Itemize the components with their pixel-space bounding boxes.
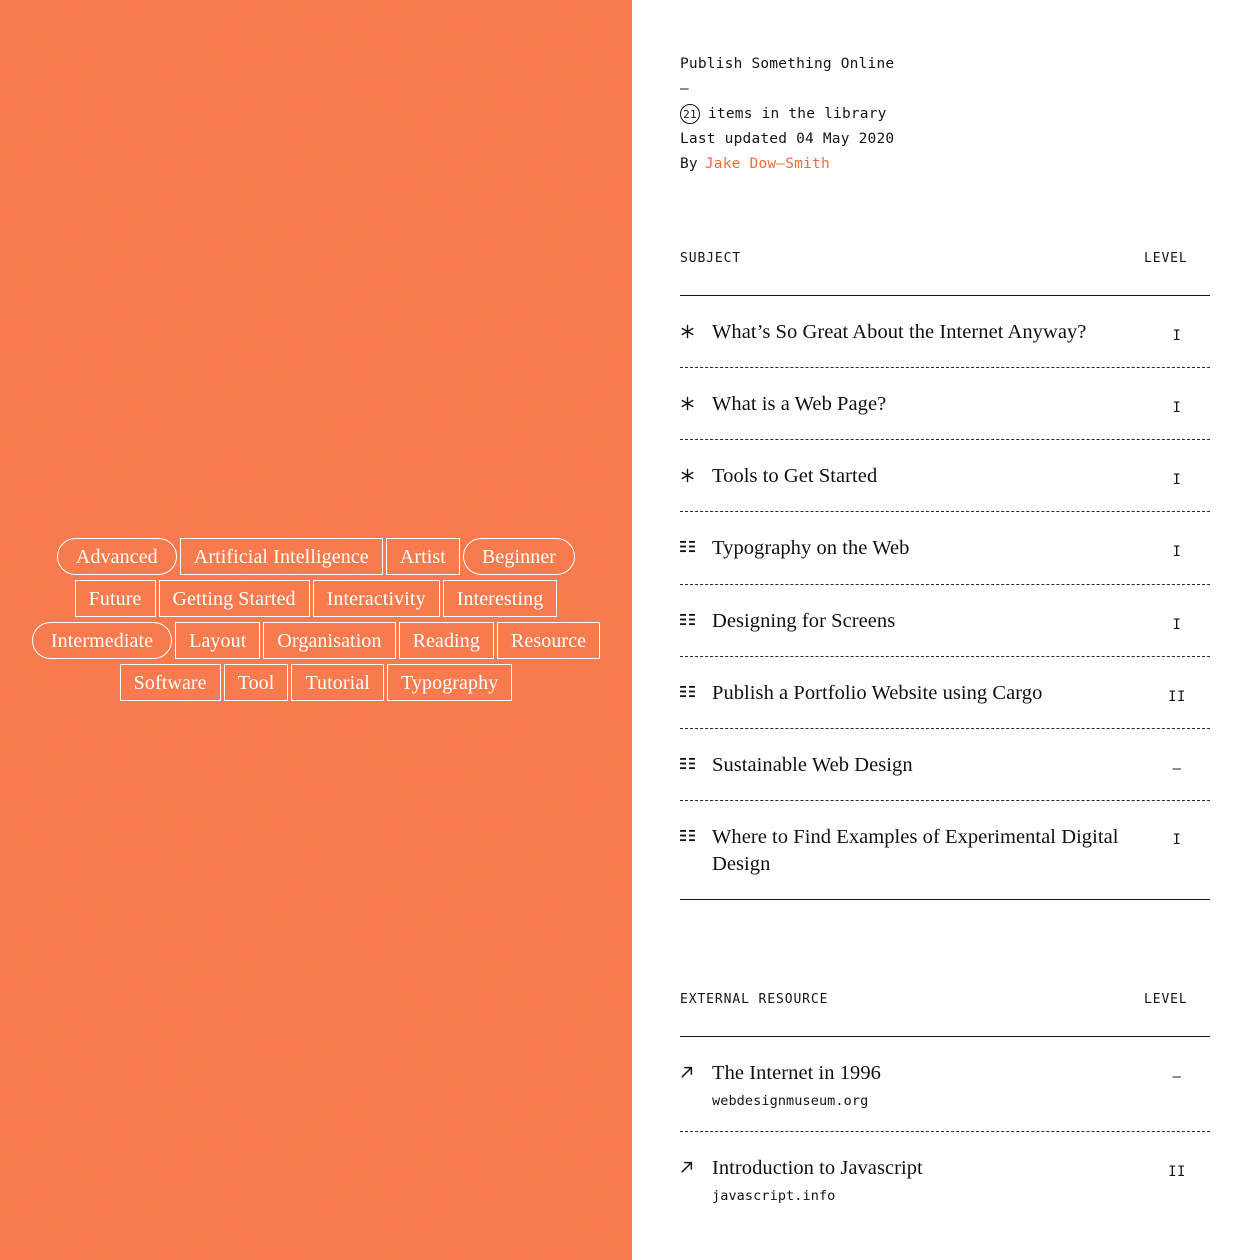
subject-level: – <box>1172 761 1182 778</box>
list-item[interactable]: The Internet in 1996 webdesignmuseum.org… <box>680 1037 1210 1131</box>
subject-title: Designing for Screens <box>712 609 896 632</box>
subject-title: What’s So Great About the Internet Anywa… <box>712 320 1087 343</box>
list-item[interactable]: Introduction to Javascript javascript.in… <box>680 1132 1210 1226</box>
table-row[interactable]: Publish a Portfolio Website using Cargo … <box>680 657 1210 728</box>
subject-title-cell: Sustainable Web Design <box>712 752 1144 778</box>
external-url: webdesignmuseum.org <box>712 1093 869 1110</box>
external-title: Introduction to Javascript <box>712 1157 923 1180</box>
external-title: The Internet in 1996 <box>712 1061 881 1084</box>
tag-cloud: Advanced Artificial Intelligence Artist … <box>0 538 632 706</box>
tag-beginner[interactable]: Beginner <box>462 538 576 575</box>
subject-title-cell: What is a Web Page? <box>712 391 1144 417</box>
subject-title: Tools to Get Started <box>712 465 878 488</box>
external-resources-section: EXTERNAL RESOURCE LEVEL The Internet in … <box>680 900 1210 1226</box>
grid-icon <box>680 824 712 842</box>
asterisk-icon <box>680 463 712 483</box>
subject-level: I <box>1172 327 1182 344</box>
external-url: javascript.info <box>712 1188 836 1205</box>
external-link-icon <box>680 1155 712 1174</box>
table-row[interactable]: Designing for Screens I <box>680 585 1210 656</box>
subject-level: I <box>1172 399 1182 416</box>
grid-icon <box>680 680 712 698</box>
tag-advanced[interactable]: Advanced <box>56 538 177 575</box>
subject-title: Where to Find Examples of Experimental D… <box>712 826 1119 875</box>
column-header-external-resource: EXTERNAL RESOURCE <box>680 991 829 1007</box>
subject-title-cell: What’s So Great About the Internet Anywa… <box>712 319 1144 345</box>
subject-title-cell: Typography on the Web <box>712 535 1144 561</box>
author-line: By Jake Dow–Smith <box>680 152 1210 177</box>
column-header-level: LEVEL <box>1144 250 1188 266</box>
tag-reading[interactable]: Reading <box>398 622 494 659</box>
grid-icon <box>680 608 712 626</box>
subject-title: Typography on the Web <box>712 537 910 560</box>
tag-row: Intermediate Layout Organisation Reading… <box>30 622 601 659</box>
tag-layout[interactable]: Layout <box>175 622 261 659</box>
library-panel: Publish Something Online – 21 items in t… <box>632 0 1260 1260</box>
subjects-column-headers: SUBJECT LEVEL <box>680 251 1210 295</box>
tag-organisation[interactable]: Organisation <box>263 622 396 659</box>
subject-title-cell: Designing for Screens <box>712 608 1144 634</box>
tag-interactivity[interactable]: Interactivity <box>312 580 440 617</box>
subject-title-cell: Tools to Get Started <box>712 463 1144 489</box>
external-title-cell: Introduction to Javascript javascript.in… <box>712 1155 1144 1204</box>
external-column-headers: EXTERNAL RESOURCE LEVEL <box>680 992 1210 1036</box>
library-meta: Publish Something Online – 21 items in t… <box>680 0 1210 177</box>
subject-title: Publish a Portfolio Website using Cargo <box>712 681 1043 704</box>
subject-level: II <box>1168 688 1186 705</box>
subject-level: I <box>1172 832 1182 849</box>
column-header-subject: SUBJECT <box>680 250 742 266</box>
tag-tool[interactable]: Tool <box>223 664 289 701</box>
external-level: II <box>1168 1164 1186 1181</box>
subject-title: What is a Web Page? <box>712 392 887 415</box>
tag-row: Advanced Artificial Intelligence Artist … <box>55 538 576 575</box>
table-row[interactable]: What is a Web Page? I <box>680 368 1210 439</box>
item-count-label: items in the library <box>708 105 887 122</box>
subjects-section: SUBJECT LEVEL What’s So Great About the … <box>680 177 1210 900</box>
tag-software[interactable]: Software <box>119 664 221 701</box>
external-link-icon <box>680 1060 712 1079</box>
tag-typography[interactable]: Typography <box>386 664 513 701</box>
subject-level: I <box>1172 544 1182 561</box>
table-row[interactable]: Where to Find Examples of Experimental D… <box>680 801 1210 898</box>
subject-title-cell: Publish a Portfolio Website using Cargo <box>712 680 1144 706</box>
page-title: Publish Something Online <box>680 56 895 72</box>
item-count-line: 21 items in the library <box>680 102 1210 127</box>
asterisk-icon <box>680 319 712 339</box>
tag-artificial-intelligence[interactable]: Artificial Intelligence <box>179 538 383 575</box>
subject-level: I <box>1172 616 1182 633</box>
asterisk-icon <box>680 391 712 411</box>
subject-title: Sustainable Web Design <box>712 754 913 777</box>
tag-row: Future Getting Started Interactivity Int… <box>73 580 559 617</box>
tag-future[interactable]: Future <box>74 580 156 617</box>
table-row[interactable]: What’s So Great About the Internet Anywa… <box>680 296 1210 367</box>
tag-artist[interactable]: Artist <box>385 538 460 575</box>
subject-level: I <box>1172 472 1182 489</box>
table-row[interactable]: Typography on the Web I <box>680 512 1210 583</box>
author-link[interactable]: Jake Dow–Smith <box>705 152 830 177</box>
tag-panel: Advanced Artificial Intelligence Artist … <box>0 0 632 1260</box>
column-header-level: LEVEL <box>1144 991 1188 1007</box>
library-content: Publish Something Online – 21 items in t… <box>680 0 1210 1226</box>
grid-icon <box>680 535 712 553</box>
tag-getting-started[interactable]: Getting Started <box>158 580 310 617</box>
by-label: By <box>680 155 698 172</box>
grid-icon <box>680 752 712 770</box>
subject-title-cell: Where to Find Examples of Experimental D… <box>712 824 1144 876</box>
meta-divider: – <box>680 80 689 97</box>
table-row[interactable]: Tools to Get Started I <box>680 440 1210 511</box>
table-row[interactable]: Sustainable Web Design – <box>680 729 1210 800</box>
external-level: – <box>1172 1068 1182 1085</box>
item-count-badge: 21 <box>680 104 700 125</box>
external-title-cell: The Internet in 1996 webdesignmuseum.org <box>712 1060 1144 1109</box>
tag-interesting[interactable]: Interesting <box>442 580 558 617</box>
page-root: Advanced Artificial Intelligence Artist … <box>0 0 1260 1260</box>
tag-intermediate[interactable]: Intermediate <box>31 622 173 659</box>
tag-resource[interactable]: Resource <box>496 622 601 659</box>
tag-row: Software Tool Tutorial Typography <box>118 664 514 701</box>
last-updated: Last updated 04 May 2020 <box>680 130 895 147</box>
tag-tutorial[interactable]: Tutorial <box>291 664 384 701</box>
